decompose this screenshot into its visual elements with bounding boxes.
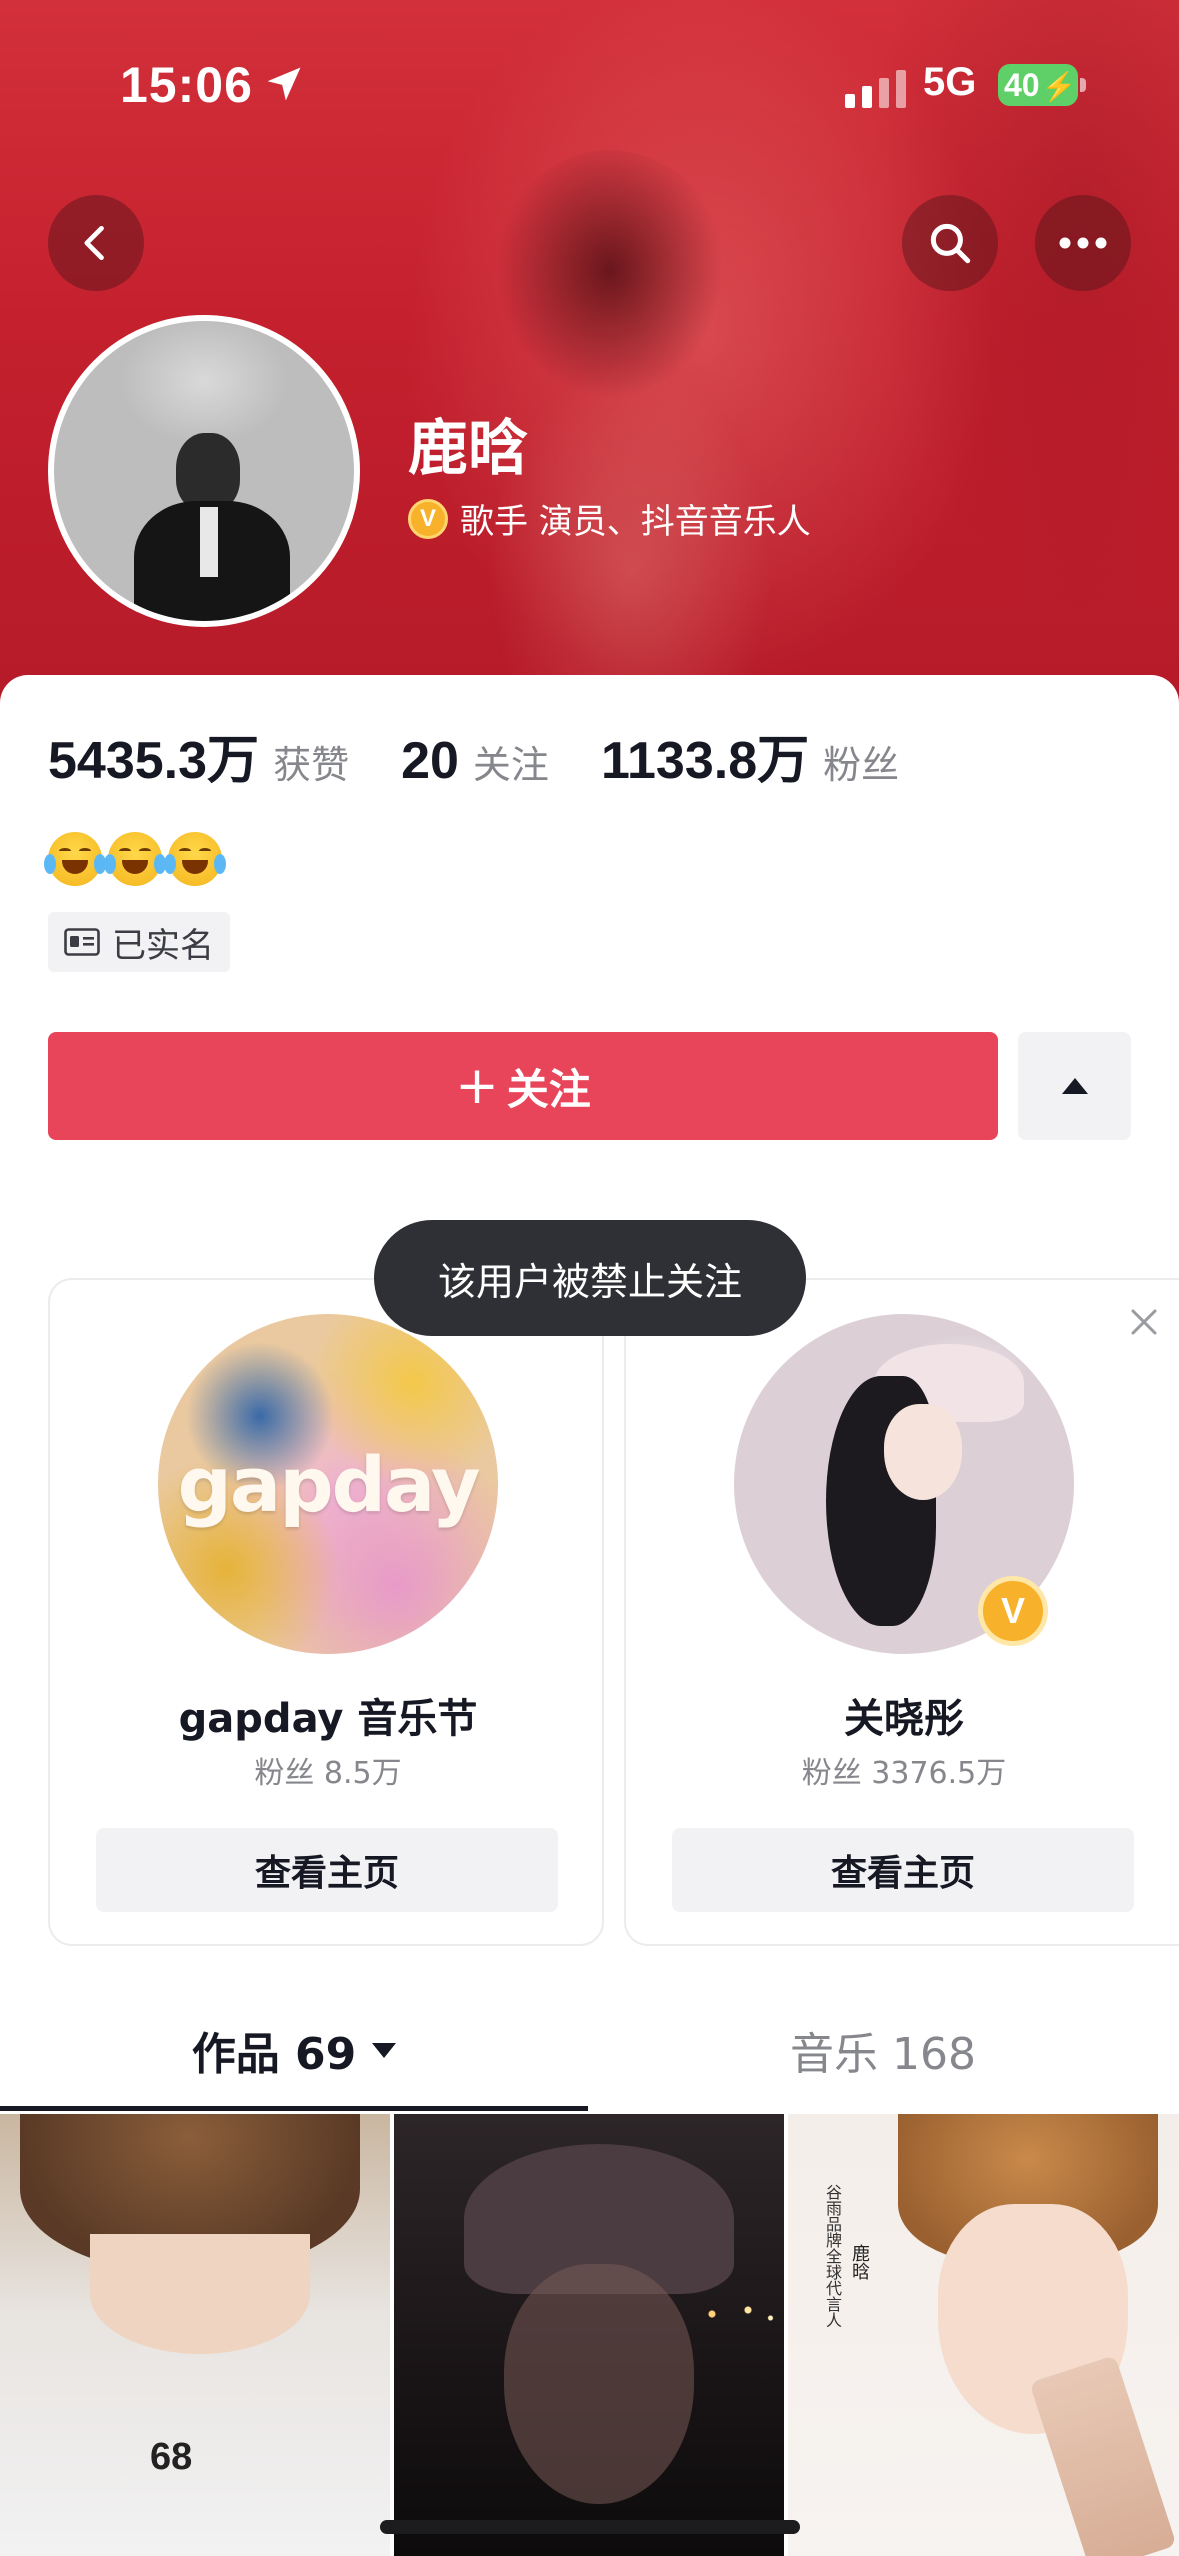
verified-badge-icon: V (978, 1576, 1048, 1646)
stat-followers[interactable]: 1133.8万 粉丝 (601, 718, 899, 793)
back-button[interactable] (48, 195, 144, 291)
recommendation-card[interactable]: V 关晓彤 粉丝 3376.5万 查看主页 (624, 1278, 1179, 1946)
recommendation-name: gapday 音乐节 (178, 1696, 478, 1742)
laughing-tears-emoji (44, 832, 106, 886)
profile-stats: 5435.3万 获赞 20 关注 1133.8万 粉丝 (48, 718, 899, 793)
thumb-city-lights (694, 2294, 784, 2334)
follow-label: 关注 (506, 1064, 591, 1114)
recommendation-card[interactable]: gapday gapday 音乐节 粉丝 8.5万 查看主页 (48, 1278, 604, 1946)
recommendation-fans: 粉丝 8.5万 (254, 1756, 402, 1791)
avatar-face (884, 1404, 962, 1500)
triangle-down-icon (372, 2042, 397, 2058)
gapday-logo: gapday (177, 1439, 481, 1529)
more-horizontal-icon (1059, 237, 1107, 249)
verification-info: V 歌手 演员、抖音音乐人 (408, 494, 811, 543)
status-time: 15:06 (120, 57, 253, 113)
signal-strength-icon (845, 70, 906, 108)
tab-label: 作品 69 (191, 2029, 357, 2080)
view-profile-button[interactable]: 查看主页 (96, 1828, 558, 1912)
stat-value: 5435.3万 (48, 732, 260, 790)
video-grid: 68 谷雨品牌全球代言人 鹿晗 (0, 2114, 1179, 2556)
thumb-shirt-print: 68 (150, 2436, 193, 2478)
avatar-person-head (176, 433, 240, 511)
home-indicator[interactable] (380, 2520, 800, 2534)
close-icon (1131, 1309, 1157, 1335)
plus-icon: + (455, 1056, 499, 1116)
realname-label: 已实名 (112, 925, 214, 966)
video-thumbnail[interactable]: 谷雨品牌全球代言人 鹿晗 (788, 2114, 1179, 2556)
status-bar: 15:06 5G 40⚡ (0, 0, 1179, 170)
thumb-product-bottle (1029, 2354, 1177, 2556)
follow-button[interactable]: + 关注 (48, 1032, 998, 1140)
active-tab-indicator (0, 2106, 588, 2111)
video-thumbnail[interactable]: 68 (0, 2114, 390, 2556)
stat-value: 1133.8万 (600, 732, 810, 790)
recommendation-name: 关晓彤 (844, 1696, 964, 1742)
search-button[interactable] (902, 195, 998, 291)
thumb-face (90, 2234, 310, 2354)
triangle-up-icon (1061, 1078, 1088, 1094)
tab-works[interactable]: 作品 69 (0, 2000, 588, 2100)
laughing-tears-emoji (104, 832, 166, 886)
battery-level: 40 (1004, 67, 1040, 103)
more-button[interactable] (1035, 195, 1131, 291)
bio-emojis (44, 832, 226, 886)
thumb-name: 鹿晗 (849, 2244, 870, 2280)
profile-avatar[interactable] (48, 315, 360, 627)
search-icon (930, 223, 971, 264)
stat-likes: 5435.3万 获赞 (48, 718, 349, 793)
avatar-person-shirt (200, 507, 218, 577)
profile-name: 鹿晗 (408, 414, 528, 484)
battery-cap (1080, 78, 1086, 92)
location-arrow-icon (267, 67, 301, 101)
dismiss-recommendation-button[interactable] (1122, 1300, 1166, 1344)
tab-label: 音乐 168 (790, 2029, 976, 2080)
stat-label: 获赞 (273, 743, 350, 787)
recommendation-avatar[interactable]: gapday (158, 1314, 498, 1654)
thumb-face (504, 2264, 694, 2504)
battery-indicator: 40⚡ (998, 64, 1078, 106)
stat-label: 粉丝 (823, 743, 900, 787)
recommendation-fans: 粉丝 3376.5万 (801, 1756, 1007, 1791)
charging-bolt-icon: ⚡ (1041, 71, 1077, 102)
verification-text: 歌手 演员、抖音音乐人 (460, 502, 811, 542)
content-tabs: 作品 69 音乐 168 (0, 2000, 1179, 2108)
stat-label: 关注 (472, 743, 549, 787)
video-thumbnail[interactable] (394, 2114, 784, 2556)
thumb-caption: 谷雨品牌全球代言人 (823, 2184, 842, 2328)
expand-recommendations-button[interactable] (1018, 1032, 1131, 1140)
view-profile-button[interactable]: 查看主页 (672, 1828, 1134, 1912)
stat-following[interactable]: 20 关注 (401, 731, 549, 791)
tab-music[interactable]: 音乐 168 (588, 2000, 1178, 2100)
laughing-tears-emoji (164, 832, 226, 886)
realname-tag: 已实名 (48, 912, 230, 972)
chevron-left-icon (84, 225, 104, 261)
network-type: 5G (923, 60, 977, 104)
stat-value: 20 (401, 732, 459, 790)
verified-badge-icon: V (408, 498, 448, 539)
toast-message: 该用户被禁止关注 (374, 1220, 806, 1336)
id-card-icon (64, 928, 100, 956)
